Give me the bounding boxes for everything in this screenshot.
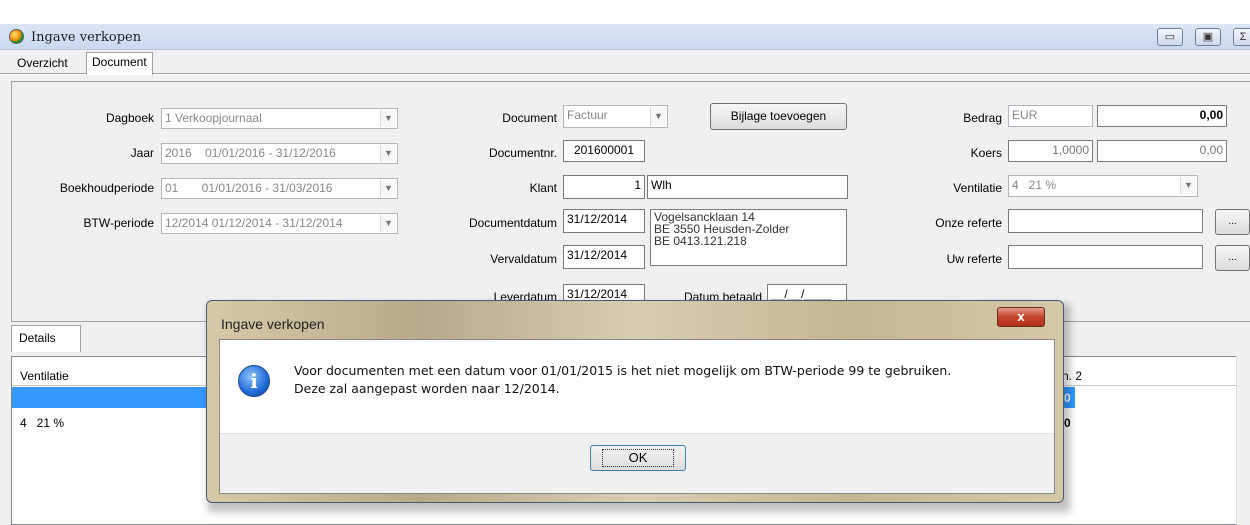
- uw-referte-label: Uw referte: [946, 252, 1002, 266]
- documentnr-field[interactable]: 201600001: [563, 140, 645, 162]
- klant-label: Klant: [529, 181, 557, 195]
- onze-referte-browse-button[interactable]: ...: [1215, 209, 1250, 235]
- boekhoudperiode-value: 01 01/01/2016 - 31/03/2016: [165, 181, 333, 195]
- minimize-button[interactable]: ▭: [1157, 28, 1183, 46]
- ventilatie-value: 4 21 %: [1012, 178, 1057, 192]
- koers-label: Koers: [970, 146, 1002, 160]
- chevron-down-icon: ▼: [380, 145, 396, 162]
- dagboek-value: 1 Verkoopjournaal: [165, 111, 262, 125]
- chevron-down-icon: ▼: [380, 110, 396, 127]
- tab-document[interactable]: Document: [86, 52, 153, 75]
- chevron-down-icon: ▼: [650, 107, 666, 126]
- jaar-label: Jaar: [130, 146, 154, 160]
- dialog-message-line-2: Deze zal aangepast worden naar 12/2014.: [294, 381, 560, 396]
- btw-periode-label: BTW-periode: [83, 216, 154, 230]
- ventilatie-label: Ventilatie: [953, 181, 1002, 195]
- onze-referte-label: Onze referte: [935, 216, 1002, 230]
- dialog-message-line-1: Voor documenten met een datum voor 01/01…: [294, 363, 952, 378]
- tab-overzicht[interactable]: Overzicht: [12, 54, 73, 74]
- bedrag-amount-field[interactable]: 0,00: [1097, 105, 1227, 127]
- window-titlebar: [0, 24, 1250, 50]
- document-label: Document: [502, 111, 557, 125]
- boekhoudperiode-label: Boekhoudperiode: [59, 181, 154, 195]
- ok-button-label: OK: [601, 449, 675, 467]
- information-icon: i: [238, 365, 270, 397]
- grid-scrollbar[interactable]: [1236, 356, 1250, 525]
- jaar-value: 2016 01/01/2016 - 31/12/2016: [165, 146, 336, 160]
- vervaldatum-label: Vervaldatum: [490, 252, 557, 266]
- table-row-selected[interactable]: [12, 387, 222, 408]
- restore-button[interactable]: ▣: [1195, 28, 1221, 46]
- address-line-3: BE 0413.121.218: [654, 234, 747, 248]
- uw-referte-field[interactable]: [1008, 245, 1203, 269]
- koers-rate-field[interactable]: 1,0000: [1008, 140, 1093, 162]
- ok-button[interactable]: OK: [590, 445, 686, 471]
- column-ventilatie[interactable]: Ventilatie: [20, 369, 69, 383]
- tab-details[interactable]: Details: [11, 325, 81, 352]
- uw-referte-browse-button[interactable]: ...: [1215, 245, 1250, 271]
- close-window-button[interactable]: Σ: [1233, 28, 1250, 46]
- dialog-close-button[interactable]: x: [997, 307, 1045, 327]
- address-box: Vogelsancklaan 14 BE 3550 Heusden-Zolder…: [650, 209, 847, 266]
- boekhoudperiode-select[interactable]: 01 01/01/2016 - 31/03/2016 ▼: [161, 178, 398, 199]
- chevron-down-icon: ▼: [1180, 177, 1196, 194]
- bijlage-toevoegen-button[interactable]: Bijlage toevoegen: [710, 103, 847, 130]
- jaar-select[interactable]: 2016 01/01/2016 - 31/12/2016 ▼: [161, 143, 398, 164]
- window-title: Ingave verkopen: [31, 30, 142, 45]
- documentdatum-field[interactable]: 31/12/2014: [563, 209, 645, 233]
- documentdatum-label: Documentdatum: [468, 216, 557, 230]
- klant-number-field[interactable]: 1: [563, 175, 645, 199]
- dagboek-label: Dagboek: [105, 111, 154, 125]
- close-icon: x: [1017, 309, 1025, 324]
- btw-periode-value: 12/2014 01/12/2014 - 31/12/2014: [165, 216, 343, 230]
- btw-periode-select[interactable]: 12/2014 01/12/2014 - 31/12/2014 ▼: [161, 213, 398, 234]
- vervaldatum-field[interactable]: 31/12/2014: [563, 245, 645, 269]
- document-select[interactable]: Factuur ▼: [563, 105, 668, 128]
- tab-strip: [0, 50, 1250, 74]
- top-gap: [0, 0, 1250, 24]
- bedrag-currency-field[interactable]: EUR: [1008, 105, 1093, 127]
- klant-name-field[interactable]: Wlh: [647, 175, 848, 199]
- app-icon: [9, 29, 24, 44]
- koers-amount-field[interactable]: 0,00: [1097, 140, 1227, 162]
- document-value: Factuur: [567, 108, 608, 122]
- dialog-title: Ingave verkopen: [221, 316, 325, 332]
- chevron-down-icon: ▼: [380, 180, 396, 197]
- row-2-ventilatie[interactable]: 4 21 %: [20, 416, 64, 430]
- bedrag-label: Bedrag: [963, 111, 1002, 125]
- dagboek-select[interactable]: 1 Verkoopjournaal ▼: [161, 108, 398, 129]
- chevron-down-icon: ▼: [380, 215, 396, 232]
- documentnr-label: Documentnr.: [488, 146, 557, 160]
- onze-referte-field[interactable]: [1008, 209, 1203, 233]
- ventilatie-select[interactable]: 4 21 % ▼: [1008, 175, 1198, 197]
